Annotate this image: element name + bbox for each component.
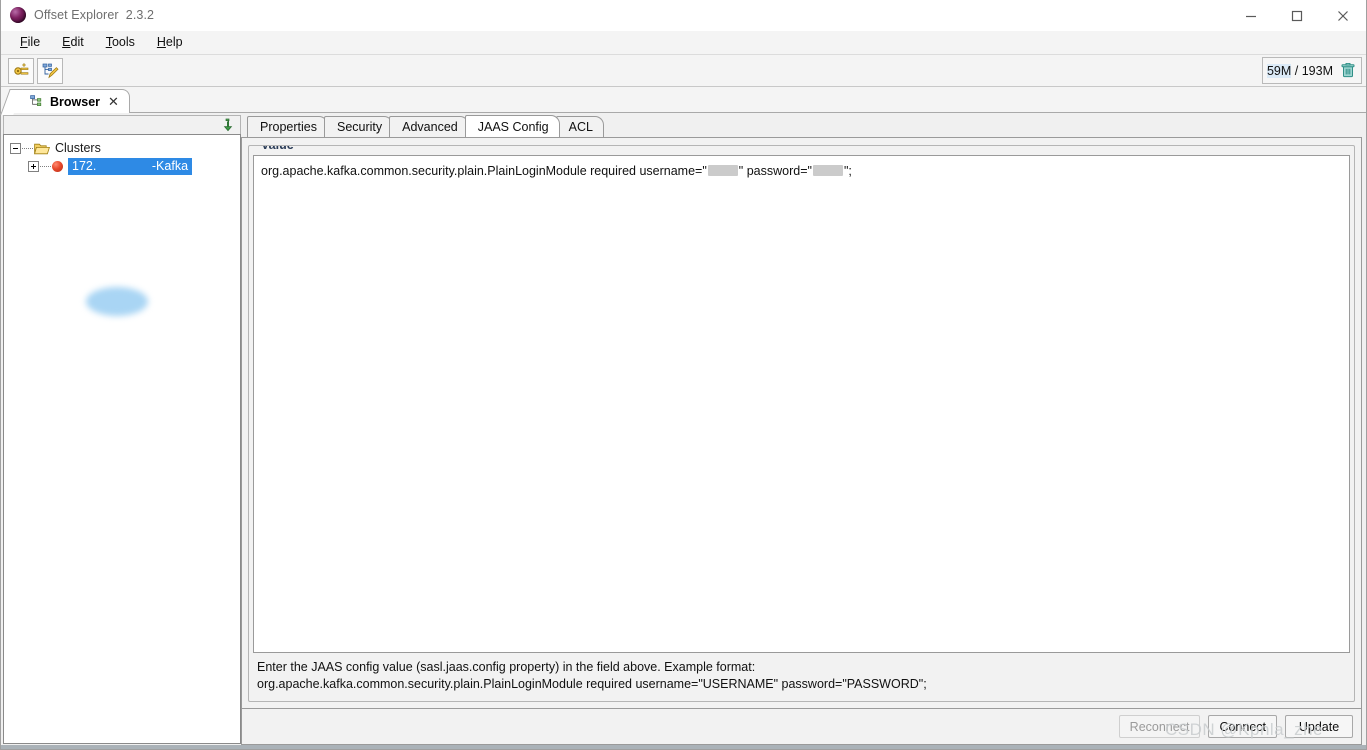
- cluster-properties-pane: Properties Security Advanced JAAS Config…: [241, 113, 1366, 749]
- tree-pane-header: [3, 115, 241, 134]
- tab-browser-label: Browser: [50, 94, 101, 109]
- document-tab-strip: Browser ✕: [1, 87, 1366, 113]
- bottom-status-strip: [1, 745, 1366, 749]
- jaas-value-prefix: org.apache.kafka.common.security.plain.P…: [261, 164, 707, 178]
- toolbar: 59M / 193M: [1, 55, 1366, 87]
- menu-mnemonic-file: F: [20, 35, 28, 49]
- maximize-icon[interactable]: [1274, 0, 1320, 31]
- username-redaction: [707, 165, 738, 176]
- jaas-hint-text: Enter the JAAS config value (sasl.jaas.c…: [253, 653, 1350, 697]
- tree-connector: [22, 147, 33, 149]
- menu-item-help[interactable]: Help: [146, 33, 194, 52]
- menu-rest-edit: dit: [70, 35, 84, 49]
- main-split: Clusters 172. -Kafka Properties Security…: [1, 113, 1366, 749]
- tree-node-cluster[interactable]: 172. -Kafka: [4, 157, 240, 175]
- action-button-bar: CSDN @Kpnla_zhe Reconnect Connect Update: [241, 709, 1362, 745]
- menu-rest-help: elp: [165, 35, 183, 49]
- edit-cluster-button[interactable]: [37, 57, 63, 84]
- open-folder-icon: [34, 143, 50, 154]
- jaas-hint-line2: org.apache.kafka.common.security.plain.P…: [257, 677, 927, 691]
- window-title: Offset Explorer 2.3.2: [34, 8, 155, 22]
- tree-root-clusters[interactable]: Clusters: [4, 139, 240, 157]
- jaas-value-suffix: ";: [843, 164, 852, 178]
- value-group-box: Value org.apache.kafka.common.security.p…: [248, 145, 1355, 702]
- value-group-title: Value: [257, 146, 298, 152]
- tree-expander-collapse[interactable]: [10, 142, 21, 154]
- tab-security[interactable]: Security: [323, 116, 394, 137]
- trash-icon[interactable]: [1341, 63, 1355, 78]
- menu-item-file[interactable]: File: [9, 33, 51, 52]
- tree-connector-child: [40, 165, 51, 167]
- password-redaction: [812, 165, 843, 176]
- tab-jaas-config[interactable]: JAAS Config: [464, 115, 560, 137]
- window-controls: [1228, 0, 1366, 31]
- add-cluster-icon: [14, 62, 29, 75]
- memory-used: 59M: [1266, 63, 1292, 78]
- memory-indicator[interactable]: 59M / 193M: [1261, 57, 1362, 84]
- tab-browser-close-icon[interactable]: ✕: [108, 95, 119, 108]
- connect-button[interactable]: Connect: [1208, 715, 1277, 738]
- menu-bar: File Edit Tools Help: [1, 31, 1366, 55]
- menu-item-tools[interactable]: Tools: [95, 33, 146, 52]
- jaas-config-input[interactable]: org.apache.kafka.common.security.plain.P…: [253, 155, 1350, 653]
- menu-item-edit[interactable]: Edit: [51, 33, 95, 52]
- cluster-tree[interactable]: Clusters 172. -Kafka: [3, 134, 241, 744]
- tab-acl[interactable]: ACL: [555, 116, 604, 137]
- update-button[interactable]: Update: [1285, 715, 1353, 738]
- tree-root-label: Clusters: [55, 141, 101, 155]
- tree-expander-expand[interactable]: [28, 160, 39, 172]
- jaas-hint-line1: Enter the JAAS config value (sasl.jaas.c…: [257, 660, 756, 674]
- tree-node-cluster-label: 172. -Kafka: [68, 157, 193, 175]
- close-icon[interactable]: [1320, 0, 1366, 31]
- tab-advanced[interactable]: Advanced: [389, 116, 469, 137]
- tab-properties[interactable]: Properties: [247, 116, 328, 137]
- red-status-dot: [52, 160, 63, 172]
- edit-tree-icon: [42, 63, 59, 78]
- memory-separator: /: [1291, 63, 1302, 78]
- kafka-sphere-icon: [10, 7, 26, 23]
- application-window: Offset Explorer 2.3.2 File Edit Tools He…: [0, 0, 1367, 750]
- title-bar: Offset Explorer 2.3.2: [1, 0, 1366, 31]
- scroll-down-icon[interactable]: [220, 117, 236, 133]
- cluster-tree-pane: Clusters 172. -Kafka: [1, 113, 241, 749]
- tab-browser[interactable]: Browser ✕: [13, 89, 130, 113]
- minimize-icon[interactable]: [1228, 0, 1274, 31]
- menu-rest-file: ile: [27, 35, 41, 49]
- add-cluster-button[interactable]: [8, 57, 34, 84]
- jaas-config-panel: Value org.apache.kafka.common.security.p…: [241, 137, 1362, 709]
- property-tab-bar: Properties Security Advanced JAAS Config…: [241, 115, 1362, 137]
- reconnect-button[interactable]: Reconnect: [1118, 715, 1201, 738]
- jaas-value-middle: " password=": [738, 164, 812, 178]
- menu-mnemonic-help: H: [156, 35, 166, 49]
- menu-rest-tools: ools: [111, 35, 135, 49]
- menu-mnemonic-edit: E: [62, 35, 71, 49]
- tree-icon: [30, 95, 42, 106]
- memory-usage-label: 59M / 193M: [1266, 63, 1333, 78]
- memory-total: 193M: [1301, 63, 1333, 78]
- redaction-blur-ellipse: [86, 287, 148, 316]
